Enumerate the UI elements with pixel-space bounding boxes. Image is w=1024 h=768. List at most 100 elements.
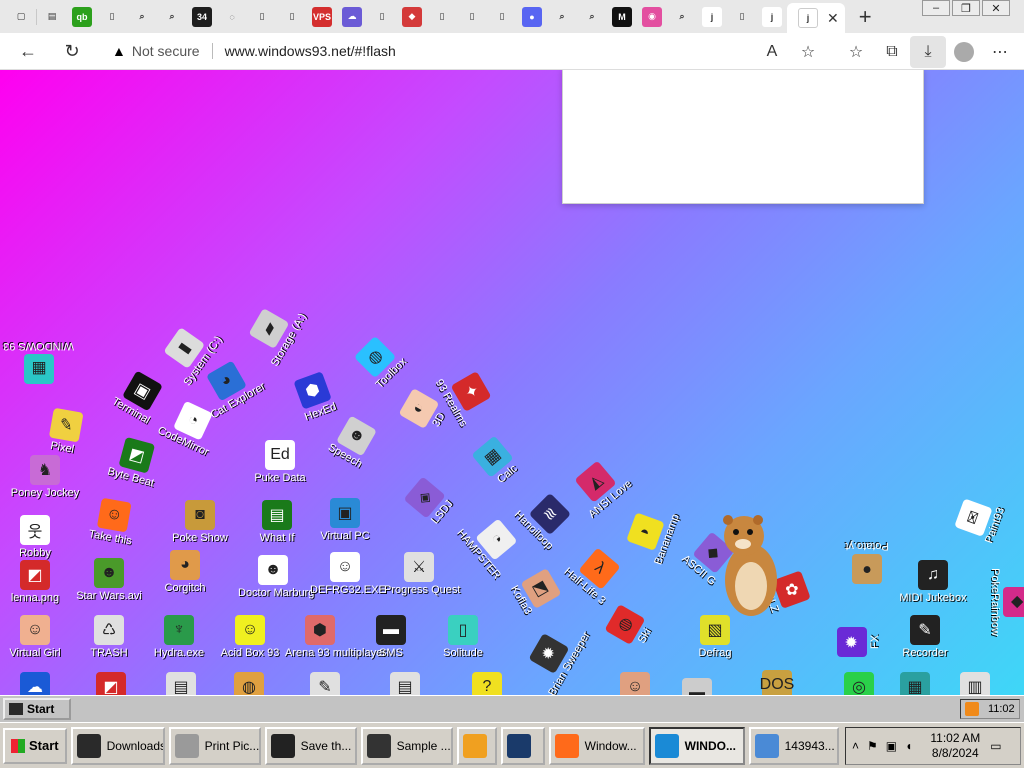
taskbar-edge[interactable]: WINDO...: [648, 726, 745, 765]
taskbar-firefox[interactable]: Window...: [548, 726, 645, 765]
hydra-icon[interactable]: ♆ Hydra.exe: [144, 615, 214, 659]
defrag-icon[interactable]: ▧ Defrag: [680, 615, 750, 659]
lenna-icon[interactable]: ◩ lenna.png: [0, 560, 70, 604]
copilot-icon[interactable]: ◉: [642, 6, 662, 27]
fx-icon[interactable]: ✹ FX: [837, 607, 881, 677]
new-tab-button[interactable]: +: [859, 4, 872, 30]
page-icon[interactable]: ▯: [282, 6, 302, 27]
defrg32-icon[interactable]: ☺ DEFRG32.EXE: [310, 552, 386, 596]
page-icon[interactable]: ▯: [432, 6, 452, 27]
sms-icon[interactable]: ▬ SMS: [356, 615, 426, 659]
url-box[interactable]: ▲ Not secure www.windows93.net/#!flash: [98, 36, 708, 66]
byte-beat-icon[interactable]: ◩ Byte Beat: [95, 432, 174, 493]
vps-icon[interactable]: VPS: [312, 6, 332, 27]
poney-jockey-icon[interactable]: ♞ Poney Jockey: [10, 455, 80, 499]
tab-actions-icon[interactable]: ▢: [11, 6, 31, 27]
fox-icon[interactable]: ◆: [402, 6, 422, 27]
arena-93-icon[interactable]: ⬢ Arena 93 multiplayer: [285, 615, 386, 659]
page-icon[interactable]: ▯: [732, 6, 752, 27]
page-icon[interactable]: ▯: [102, 6, 122, 27]
calendar-icon[interactable]: 34: [192, 6, 212, 27]
poke-rainbow-icon[interactable]: ◆PokeRainbow: [989, 567, 1024, 637]
corgitch-icon[interactable]: ◕ Corgitch: [150, 550, 220, 594]
read-aloud-button[interactable]: A: [754, 36, 790, 68]
pixel-icon[interactable]: ✎ Pixel: [27, 404, 104, 459]
recorder-icon[interactable]: ✎ Recorder: [890, 615, 960, 659]
profile-button[interactable]: [946, 36, 982, 68]
misc-icon-9[interactable]: ▬: [662, 678, 732, 695]
taskbar-globe[interactable]: [500, 726, 545, 765]
security-label[interactable]: Not secure: [132, 43, 200, 59]
minimize-button[interactable]: –: [922, 0, 950, 16]
acid-box-93-icon[interactable]: ☺ Acid Box 93: [215, 615, 285, 659]
taskbar-photos[interactable]: 143943...: [748, 726, 839, 765]
taskbar-save-the[interactable]: Save th...: [264, 726, 357, 765]
misc-icon-12[interactable]: ▥: [940, 672, 1010, 695]
misc-icon-3[interactable]: ▤: [146, 672, 216, 695]
cloud-icon[interactable]: ☁: [342, 6, 362, 27]
close-window-button[interactable]: ✕: [982, 0, 1010, 16]
system-clock[interactable]: 11:02 AM 8/8/2024: [930, 731, 980, 761]
network-icon[interactable]: ▣: [886, 739, 897, 753]
start-button[interactable]: Start: [3, 727, 67, 764]
progress-quest-icon[interactable]: ⚔ Progress Quest: [384, 552, 460, 596]
collections-button[interactable]: ⧉: [874, 36, 910, 68]
generic-tab-icon[interactable]: ▤: [42, 6, 62, 27]
misc-icon-2[interactable]: ◩: [76, 672, 146, 695]
downloads-button[interactable]: ⤓: [910, 35, 946, 68]
j-icon[interactable]: j: [702, 6, 722, 27]
taskbar-print-pictures[interactable]: Print Pic...: [168, 726, 261, 765]
windows93-icon[interactable]: ▦ WINDOWS 93: [3, 340, 74, 384]
page-icon[interactable]: ▯: [372, 6, 392, 27]
favorites-button[interactable]: ☆: [838, 36, 874, 68]
rss-icon[interactable]: [965, 702, 980, 716]
toolbox-icon[interactable]: ◍ Toolbox: [340, 322, 421, 403]
bluetooth-icon[interactable]: ⚑: [867, 739, 878, 753]
paint-icon[interactable]: ✉ Paint93: [947, 480, 1012, 561]
page-icon[interactable]: ▯: [492, 6, 512, 27]
page-icon[interactable]: ▯: [252, 6, 272, 27]
misc-icon-5[interactable]: ✎: [290, 672, 360, 695]
w93-start-button[interactable]: Start: [3, 698, 71, 720]
virtual-girl-icon[interactable]: ☺ Virtual Girl: [0, 615, 70, 659]
search-icon[interactable]: ⌕: [132, 6, 152, 27]
refresh-button[interactable]: ↻: [56, 35, 88, 67]
bananamp-icon[interactable]: ◗ Bananamp: [619, 494, 684, 575]
search-icon[interactable]: ⌕: [162, 6, 182, 27]
misc-icon-7[interactable]: ?: [452, 672, 522, 695]
search-icon[interactable]: ⌕: [582, 6, 602, 27]
solitude-icon[interactable]: ▯ Solitude: [428, 615, 498, 659]
misc-icon-6[interactable]: ▤: [370, 672, 440, 695]
j-icon[interactable]: j: [762, 6, 782, 27]
misc-icon-8[interactable]: ☺: [600, 672, 670, 695]
taskbar-downloads[interactable]: Downloads: [70, 726, 165, 765]
active-tab[interactable]: j ✕: [787, 3, 845, 33]
pokeshow-icon[interactable]: ◙ Poke Show: [165, 500, 235, 544]
more-menu-button[interactable]: ⋯: [982, 36, 1018, 68]
misc-icon-4[interactable]: ◍: [214, 672, 284, 695]
discord-icon[interactable]: ●: [522, 6, 542, 27]
loading-icon[interactable]: ◌: [222, 6, 242, 27]
misc-icon-1[interactable]: ☁: [0, 672, 70, 695]
tray-expand-icon[interactable]: ˄: [852, 739, 859, 753]
dos-box-icon[interactable]: DOS: [742, 670, 812, 695]
qb-icon[interactable]: qb: [72, 6, 92, 27]
virtual-pc-icon[interactable]: ▣ Virtual PC: [310, 498, 380, 542]
take-this-icon[interactable]: ☺ Take this: [75, 494, 152, 549]
search-icon[interactable]: ⌕: [552, 6, 572, 27]
taskbar-media[interactable]: [456, 726, 497, 765]
midi-jukebox-icon[interactable]: ♫ MIDI Jukebox: [898, 560, 968, 604]
page-icon[interactable]: ▯: [462, 6, 482, 27]
what-if-icon[interactable]: ▤ What If: [242, 500, 312, 544]
maximize-button[interactable]: ❐: [952, 0, 980, 16]
star-wars-icon[interactable]: ☻ Star Wars.avi: [74, 558, 144, 602]
back-button[interactable]: ←: [12, 35, 44, 67]
tab-close-button[interactable]: ✕: [827, 10, 839, 27]
mis-icon[interactable]: M: [612, 6, 632, 27]
puke-data-icon[interactable]: Ed Puke Data: [245, 440, 315, 484]
search-icon[interactable]: ⌕: [672, 6, 692, 27]
taskbar-sample[interactable]: Sample ...: [360, 726, 453, 765]
doctor-marburg-icon[interactable]: ☻ Doctor Marburg: [238, 555, 314, 599]
potatoyt-icon[interactable]: ● Potato.yt: [832, 540, 902, 584]
url-text[interactable]: www.windows93.net/#!flash: [225, 43, 396, 59]
